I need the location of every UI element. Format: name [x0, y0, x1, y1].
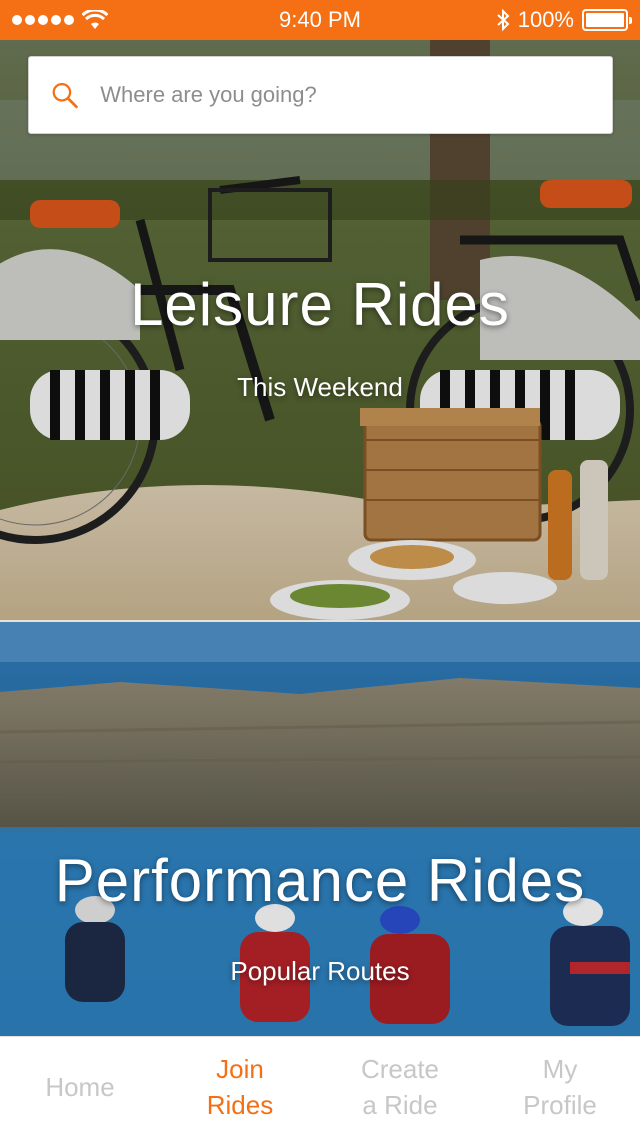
status-bar: 9:40 PM 100% [0, 0, 640, 40]
performance-rides-card[interactable]: Performance Rides Popular Routes [0, 622, 640, 1036]
search-bar[interactable] [28, 56, 613, 134]
status-right: 100% [496, 7, 632, 33]
tab-my-profile-line1: My [542, 1053, 578, 1084]
tab-home[interactable]: Home [0, 1037, 160, 1136]
signal-dots-icon [12, 15, 74, 25]
wifi-icon [82, 10, 108, 29]
performance-rides-title: Performance Rides [54, 847, 586, 914]
tab-create-ride-line1: Create [360, 1053, 440, 1084]
tab-home-label: Home [45, 1071, 115, 1102]
tab-my-profile[interactable]: My Profile [480, 1037, 640, 1136]
bluetooth-icon [497, 8, 510, 32]
tab-my-profile-line2: Profile [523, 1089, 597, 1120]
performance-rides-subtitle: Popular Routes [230, 956, 410, 986]
battery-percent: 100% [517, 7, 574, 32]
status-left [12, 10, 108, 30]
battery-fill [586, 13, 624, 27]
leisure-rides-title: Leisure Rides [130, 271, 510, 338]
leisure-rides-subtitle: This Weekend [237, 372, 403, 402]
tab-bar: Home Join Rides Create a Ride My Profile [0, 1036, 640, 1136]
card-divider [0, 620, 640, 622]
battery-icon [582, 9, 632, 31]
search-icon [52, 82, 78, 109]
tab-join-rides[interactable]: Join Rides [160, 1037, 320, 1136]
tab-join-rides-line2: Rides [206, 1089, 274, 1120]
search-input[interactable] [100, 82, 590, 108]
tab-join-rides-line1: Join [216, 1053, 264, 1084]
tab-create-ride-line2: a Ride [362, 1089, 438, 1120]
tab-create-ride[interactable]: Create a Ride [320, 1037, 480, 1136]
